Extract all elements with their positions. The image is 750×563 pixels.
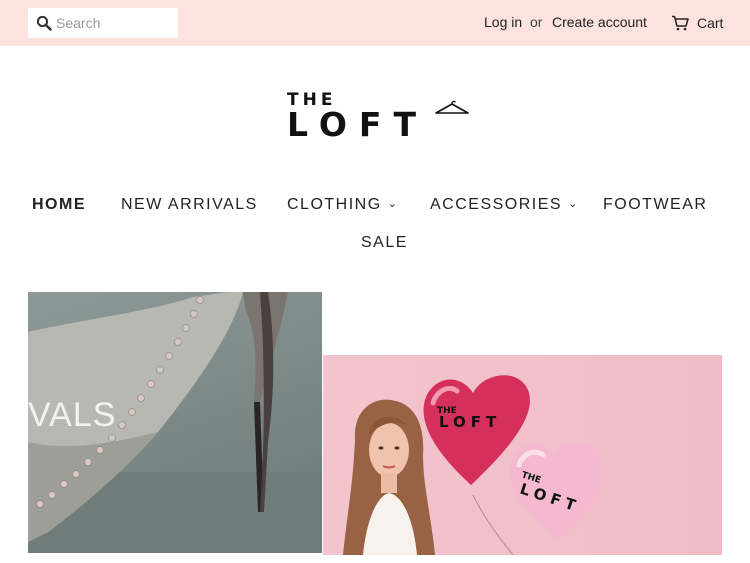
- store-logo[interactable]: THE LOFT: [287, 90, 472, 146]
- nav-footwear[interactable]: FOOTWEAR: [603, 196, 707, 214]
- balloon1-line2: LOFT: [439, 413, 501, 431]
- chevron-down-icon: ⌄: [387, 198, 399, 210]
- banner-balloons[interactable]: THE LOFT THE LOFT: [323, 355, 722, 555]
- create-account-link[interactable]: Create account: [552, 14, 647, 30]
- top-bar: Log in or Create account Cart: [0, 0, 750, 46]
- nav-clothing[interactable]: CLOTHING ⌄: [287, 196, 398, 214]
- balloons-photo: THE LOFT THE LOFT: [343, 375, 605, 555]
- nav-new-arrivals[interactable]: NEW ARRIVALS: [121, 196, 258, 214]
- chevron-down-icon: ⌄: [568, 198, 579, 210]
- search-icon[interactable]: [36, 15, 52, 31]
- login-link[interactable]: Log in: [484, 14, 522, 30]
- search-input[interactable]: [56, 12, 172, 34]
- banner-caption: VALS: [28, 396, 117, 434]
- nav-accessories-label: ACCESSORIES: [430, 196, 563, 213]
- nav-sale[interactable]: SALE: [361, 234, 408, 252]
- cart-link[interactable]: Cart: [671, 13, 723, 33]
- nav-accessories[interactable]: ACCESSORIES ⌄: [430, 196, 579, 214]
- or-text: or: [530, 14, 543, 30]
- cart-icon: [672, 15, 689, 31]
- banner-new-arrivals[interactable]: VALS: [28, 292, 322, 553]
- nav-home[interactable]: HOME: [32, 196, 86, 214]
- logo-line2: LOFT: [287, 105, 428, 144]
- search-box[interactable]: [28, 8, 178, 38]
- cart-label: Cart: [697, 15, 724, 31]
- hanger-icon: [435, 100, 469, 114]
- nav-clothing-label: CLOTHING: [287, 196, 382, 213]
